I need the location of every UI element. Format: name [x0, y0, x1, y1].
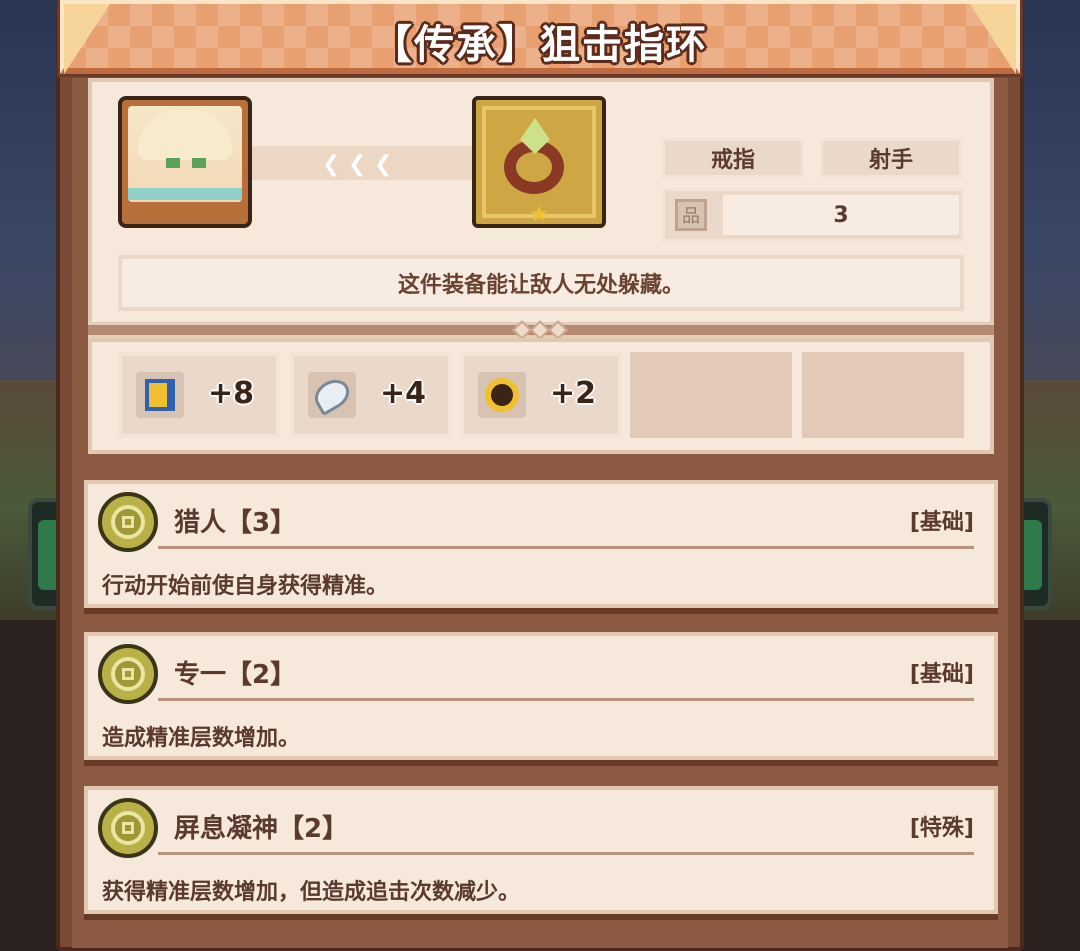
item-description: 这件装备能让敌人无处躲藏。 [118, 255, 964, 311]
medal-icon [478, 372, 526, 418]
star-icon: ★ [529, 202, 549, 227]
tag-ring: 戒指 [662, 138, 804, 178]
chevron-left-icon: ❮ [348, 152, 367, 177]
stat-slot-speed[interactable]: +8 [118, 352, 280, 438]
trait-name: 猎人【3】 [174, 508, 297, 538]
boot-icon [136, 372, 184, 418]
stat-value: +2 [550, 376, 597, 411]
stat-slot-crit[interactable]: +2 [460, 352, 622, 438]
stat-value: +8 [208, 376, 255, 411]
trait-kind: [特殊] [909, 816, 974, 841]
trait-card[interactable]: 专一【2】 [基础] 造成精准层数增加。 [84, 632, 998, 760]
trait-medal-icon [98, 798, 158, 858]
trait-description: 造成精准层数增加。 [102, 726, 301, 751]
feather-icon [308, 372, 356, 418]
trait-kind: [基础] [909, 662, 974, 687]
stack-value: 3 [723, 195, 959, 235]
item-title: 【传承】狙击指环 [372, 22, 708, 68]
trait-medal-icon [98, 644, 158, 704]
stat-slot-evasion[interactable]: +4 [290, 352, 452, 438]
trait-card[interactable]: 屏息凝神【2】 [特殊] 获得精准层数增加，但造成追击次数减少。 [84, 786, 998, 914]
trait-kind: [基础] [909, 510, 974, 535]
trait-card[interactable]: 猎人【3】 [基础] 行动开始前使自身获得精准。 [84, 480, 998, 608]
stat-slot-empty [802, 352, 964, 438]
hero-portrait[interactable] [118, 96, 252, 228]
tag-shooter: 射手 [820, 138, 962, 178]
stack-icon: 品 [675, 199, 707, 231]
trait-name: 屏息凝神【2】 [174, 814, 349, 844]
stat-value: +4 [380, 376, 427, 411]
transfer-arrow: ❮ ❮ ❮ [252, 146, 474, 180]
ring-icon[interactable]: ★ [472, 96, 606, 228]
title-banner: 【传承】狙击指环 [57, 0, 1023, 77]
chevron-left-icon: ❮ [374, 152, 393, 177]
stat-slot-empty [630, 352, 792, 438]
trait-name: 专一【2】 [174, 660, 297, 690]
trait-medal-icon [98, 492, 158, 552]
chevron-left-icon: ❮ [322, 152, 341, 177]
trait-description: 行动开始前使自身获得精准。 [102, 574, 389, 599]
trait-description: 获得精准层数增加，但造成追击次数减少。 [102, 880, 521, 905]
stack-row: 品 3 [662, 188, 964, 242]
